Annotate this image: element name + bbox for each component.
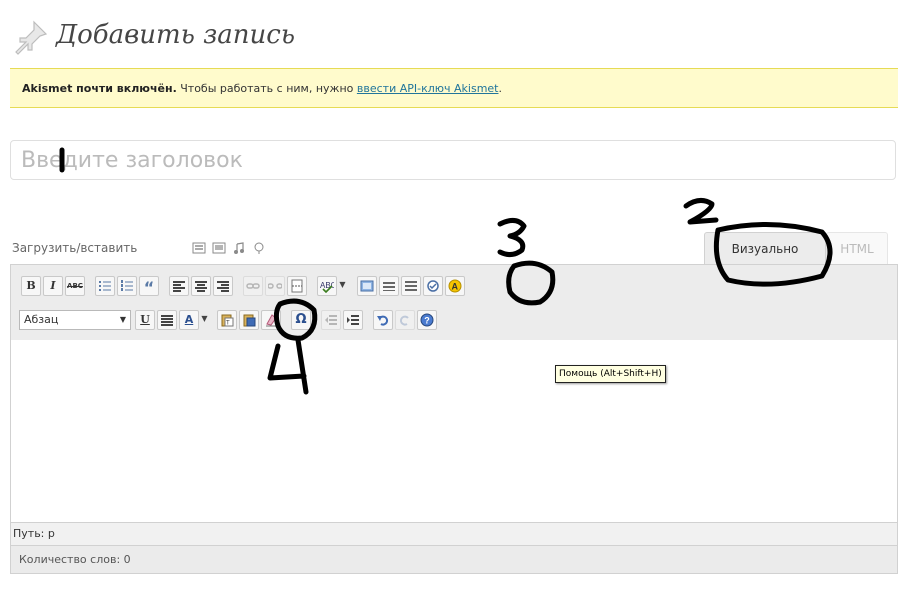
annotation-2 <box>683 198 719 225</box>
annotation-3 <box>497 218 527 258</box>
annotation-circle-3 <box>506 260 556 306</box>
annotation-overlay <box>59 147 833 395</box>
annotation-4 <box>267 337 309 395</box>
annotation-circle-4 <box>273 298 318 341</box>
annotation-circle-2 <box>713 221 833 287</box>
